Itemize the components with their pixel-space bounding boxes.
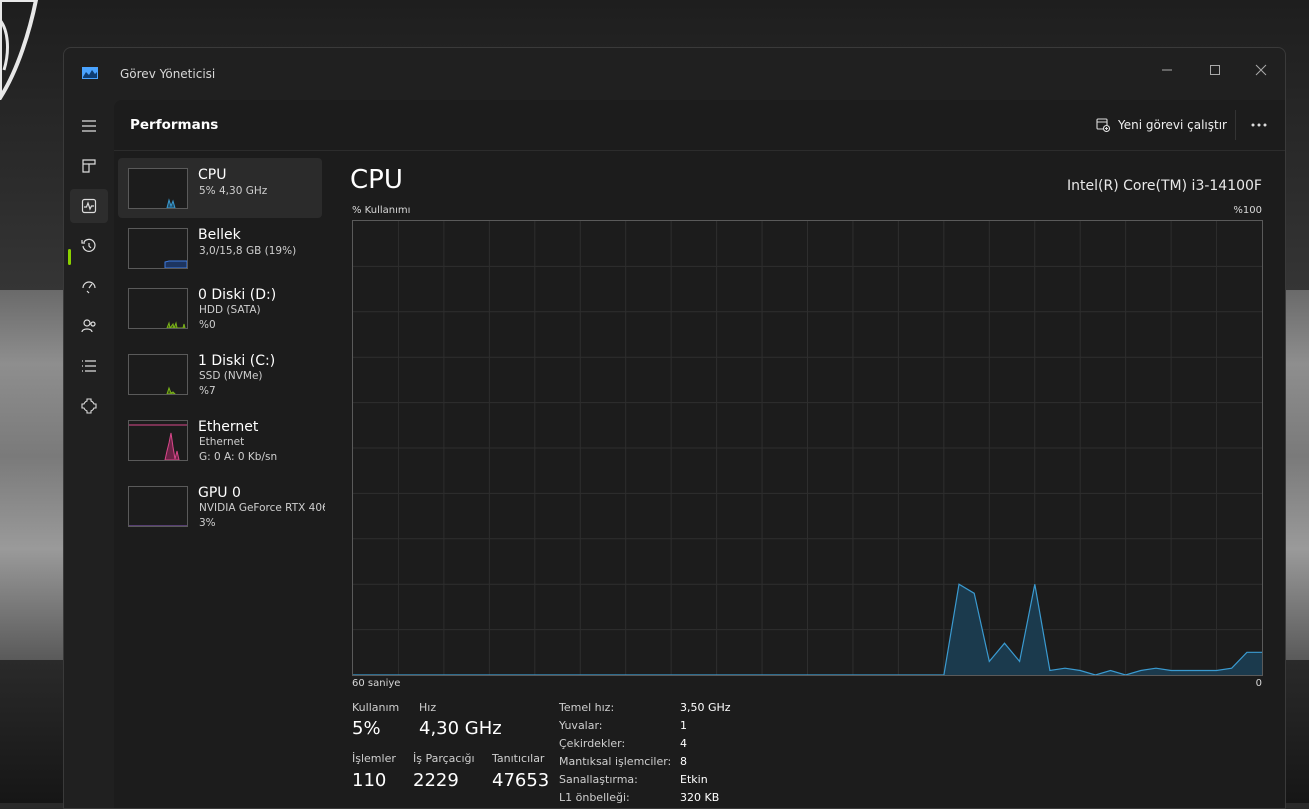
startup-icon (82, 281, 96, 294)
info-label: Yuvalar: (559, 719, 603, 732)
y-axis-max-label: %100 (1233, 205, 1262, 216)
window-title: Görev Yöneticisi (120, 67, 216, 81)
resource-detail-secondary: 3% (199, 517, 216, 529)
close-button[interactable] (1246, 56, 1276, 84)
ethernet-thumbnail-graph (128, 420, 188, 461)
close-icon (1255, 64, 1267, 76)
resource-detail: HDD (SATA) (199, 304, 261, 316)
memory-thumbnail-graph (128, 228, 188, 269)
more-options-button[interactable] (1246, 113, 1272, 137)
resource-name: CPU (198, 167, 227, 183)
wallpaper-logo-icon (0, 0, 39, 100)
resource-detail: NVIDIA GeForce RTX 4060 (199, 502, 325, 514)
info-label: Mantıksal işlemciler: (559, 755, 672, 768)
x-axis-left-label: 60 saniye (352, 678, 401, 689)
cpu-thumbnail-graph (128, 168, 188, 209)
resource-detail-secondary: G: 0 A: 0 Kb/sn (199, 451, 278, 463)
resource-name: GPU 0 (198, 485, 241, 501)
info-label: Sanallaştırma: (559, 773, 638, 786)
y-axis-label: % Kullanımı (352, 205, 411, 216)
maximize-icon (1210, 65, 1220, 75)
usage-value: 5% (352, 718, 381, 739)
app-history-icon (81, 238, 96, 252)
navigation-rail (64, 100, 114, 808)
new-task-icon (1096, 118, 1110, 132)
run-new-task-label: Yeni görevi çalıştır (1118, 118, 1227, 132)
cpu-model: Intel(R) Core(TM) i3-14100F (1067, 178, 1262, 194)
nav-performance-button[interactable] (70, 189, 108, 223)
cpu-usage-chart (353, 221, 1262, 676)
task-manager-window: Görev Yöneticisi Performans Yeni görevi … (63, 47, 1286, 809)
resource-gpu[interactable]: GPU 0 NVIDIA GeForce RTX 4060 3% (118, 476, 325, 536)
info-value: 3,50 GHz (680, 701, 731, 714)
resource-name: 1 Diski (C:) (198, 353, 276, 369)
maximize-button[interactable] (1200, 56, 1230, 84)
info-value: 320 KB (680, 791, 720, 804)
resource-detail-secondary: %0 (199, 319, 216, 331)
handles-label: Tanıtıcılar (492, 752, 545, 765)
resource-disk-c[interactable]: 1 Diski (C:) SSD (NVMe) %7 (118, 344, 322, 404)
resource-disk-d[interactable]: 0 Diski (D:) HDD (SATA) %0 (118, 278, 322, 338)
processes-icon (82, 159, 96, 173)
handles-value: 47653 (492, 770, 550, 791)
info-value: Etkin (680, 773, 708, 786)
disk-c-thumbnail-graph (128, 354, 188, 395)
resource-name: Bellek (198, 227, 241, 243)
nav-menu-button[interactable] (70, 109, 108, 143)
resource-detail: SSD (NVMe) (199, 370, 263, 382)
header-separator (1235, 110, 1236, 140)
info-value: 8 (680, 755, 687, 768)
nav-services-button[interactable] (70, 389, 108, 423)
disk-d-thumbnail-graph (128, 288, 188, 329)
more-icon (1251, 123, 1267, 127)
threads-label: İş Parçacığı (413, 752, 475, 765)
users-icon (81, 319, 96, 333)
resource-name: Ethernet (198, 419, 259, 435)
info-label: Çekirdekler: (559, 737, 626, 750)
services-icon (81, 398, 97, 414)
run-new-task-button[interactable]: Yeni görevi çalıştır (1096, 113, 1227, 137)
processes-value: 110 (352, 770, 387, 791)
page-header: Performans Yeni görevi çalıştır (114, 100, 1285, 151)
nav-users-button[interactable] (70, 309, 108, 343)
resource-detail: 3,0/15,8 GB (19%) (199, 245, 297, 257)
cpu-usage-graph (352, 220, 1263, 676)
details-icon (82, 360, 96, 372)
nav-details-button[interactable] (70, 349, 108, 383)
nav-processes-button[interactable] (70, 149, 108, 183)
minimize-button[interactable] (1152, 56, 1182, 84)
x-axis-right-label: 0 (1255, 678, 1262, 689)
minimize-icon (1162, 69, 1172, 71)
resource-detail: 5% 4,30 GHz (199, 185, 268, 197)
speed-label: Hız (419, 701, 437, 714)
page-title: Performans (130, 117, 219, 133)
task-manager-app-icon (82, 67, 98, 79)
speed-value: 4,30 GHz (419, 718, 502, 739)
info-value: 1 (680, 719, 687, 732)
resource-memory[interactable]: Bellek 3,0/15,8 GB (19%) (118, 218, 322, 278)
threads-value: 2229 (413, 770, 459, 791)
resource-detail-secondary: %7 (199, 385, 216, 397)
title-bar[interactable]: Görev Yöneticisi (64, 48, 1285, 100)
menu-icon (82, 120, 96, 132)
cpu-detail-panel: CPU Intel(R) Core(TM) i3-14100F % Kullan… (334, 152, 1285, 808)
resource-cpu[interactable]: CPU 5% 4,30 GHz (118, 158, 322, 218)
info-label: L1 önbelleği: (559, 791, 630, 804)
resource-list: CPU 5% 4,30 GHz Bellek 3,0/15,8 GB (19%)… (114, 152, 334, 808)
info-value: 4 (680, 737, 687, 750)
info-label: Temel hız: (559, 701, 615, 714)
nav-startup-button[interactable] (70, 269, 108, 303)
resource-detail: Ethernet (199, 436, 245, 448)
cpu-heading: CPU (350, 165, 403, 195)
content-area: Performans Yeni görevi çalıştır CPU 5% 4… (114, 100, 1285, 808)
resource-ethernet[interactable]: Ethernet Ethernet G: 0 A: 0 Kb/sn (118, 410, 322, 470)
nav-app-history-button[interactable] (70, 229, 108, 263)
usage-label: Kullanım (352, 701, 400, 714)
resource-name: 0 Diski (D:) (198, 287, 277, 303)
processes-label: İşlemler (352, 752, 396, 765)
performance-icon (81, 198, 97, 214)
gpu-thumbnail-graph (128, 486, 188, 527)
